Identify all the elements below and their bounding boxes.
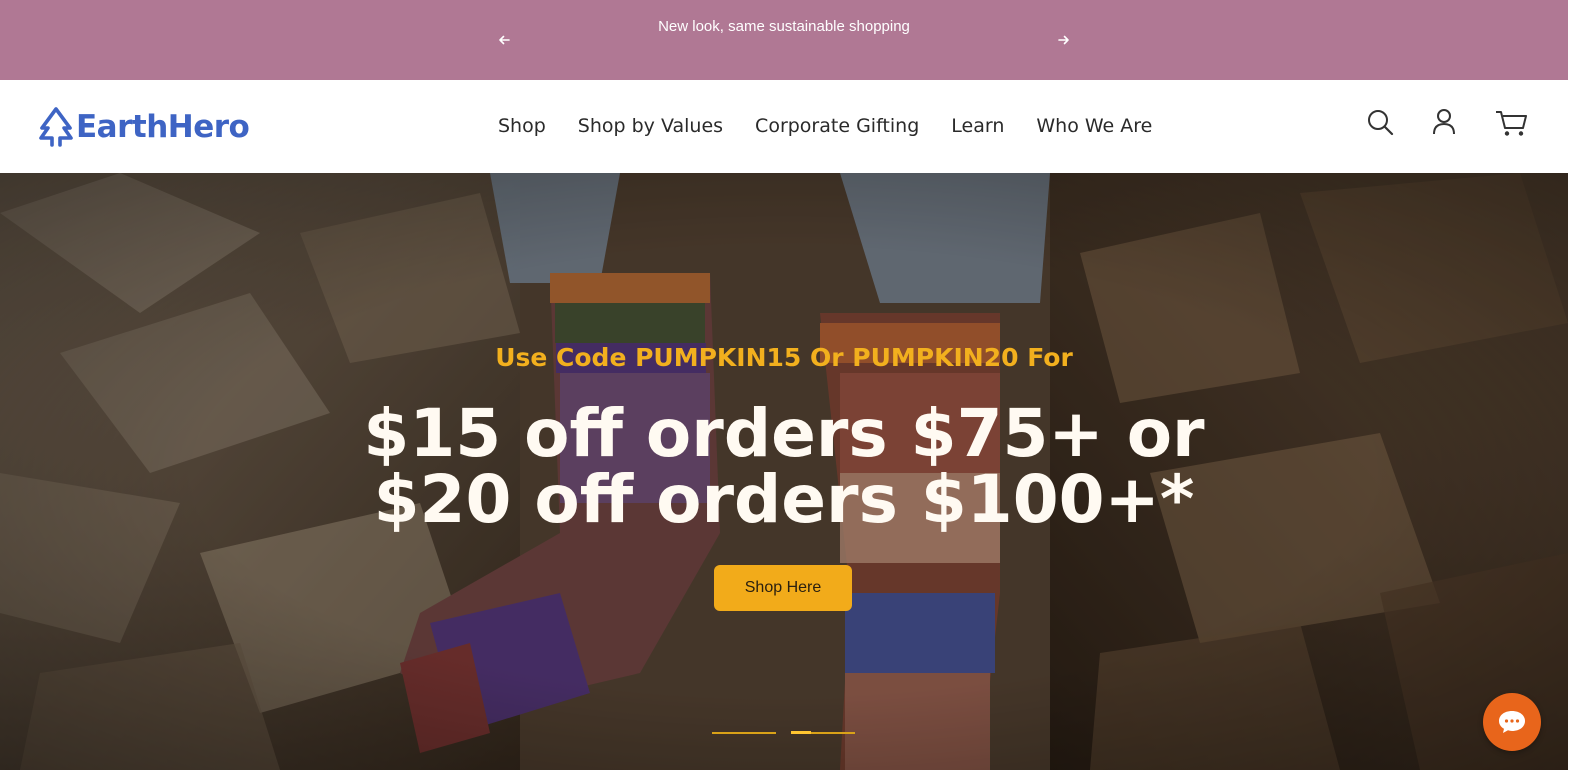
search-button[interactable]	[1366, 108, 1396, 138]
announcement-next-button[interactable]	[1054, 30, 1074, 50]
hero-headline-line-1: $15 off orders $75+ or	[363, 395, 1205, 472]
cart-button[interactable]	[1494, 108, 1530, 138]
slide-indicator-1[interactable]	[712, 732, 776, 734]
announcement-message: New look, same sustainable shopping	[658, 18, 910, 35]
logo-text: EarthHero	[76, 109, 250, 145]
cart-icon	[1496, 111, 1527, 136]
announcement-bar: New look, same sustainable shopping	[0, 0, 1568, 80]
chat-bubble-icon	[1499, 711, 1525, 733]
chat-button[interactable]	[1483, 693, 1541, 751]
site-header: EarthHero Shop Shop by Values Corporate …	[0, 80, 1568, 173]
hero-eyebrow: Use Code PUMPKIN15 Or PUMPKIN20 For	[495, 343, 1073, 372]
nav-learn[interactable]: Learn	[951, 115, 1004, 137]
shop-here-button[interactable]: Shop Here	[714, 565, 852, 611]
slide-indicator-2[interactable]	[791, 731, 855, 734]
hero-headline: $15 off orders $75+ or $20 off orders $1…	[0, 401, 1568, 533]
main-nav: Shop Shop by Values Corporate Gifting Le…	[498, 115, 1152, 137]
nav-corporate-gifting[interactable]: Corporate Gifting	[755, 115, 919, 137]
tree-outline-icon	[39, 107, 73, 147]
account-button[interactable]	[1430, 108, 1460, 138]
nav-shop[interactable]: Shop	[498, 115, 546, 137]
logo-link[interactable]: EarthHero	[38, 106, 250, 148]
search-icon	[1368, 110, 1394, 136]
hero-banner: Use Code PUMPKIN15 Or PUMPKIN20 For $15 …	[0, 173, 1568, 770]
arrow-left-icon	[499, 35, 510, 45]
hero-headline-line-2: $20 off orders $100+*	[373, 461, 1195, 538]
arrow-right-icon	[1058, 35, 1069, 45]
account-icon	[1433, 109, 1455, 135]
nav-shop-by-values[interactable]: Shop by Values	[578, 115, 723, 137]
slide-indicator-progress	[791, 731, 811, 734]
nav-who-we-are[interactable]: Who We Are	[1036, 115, 1152, 137]
